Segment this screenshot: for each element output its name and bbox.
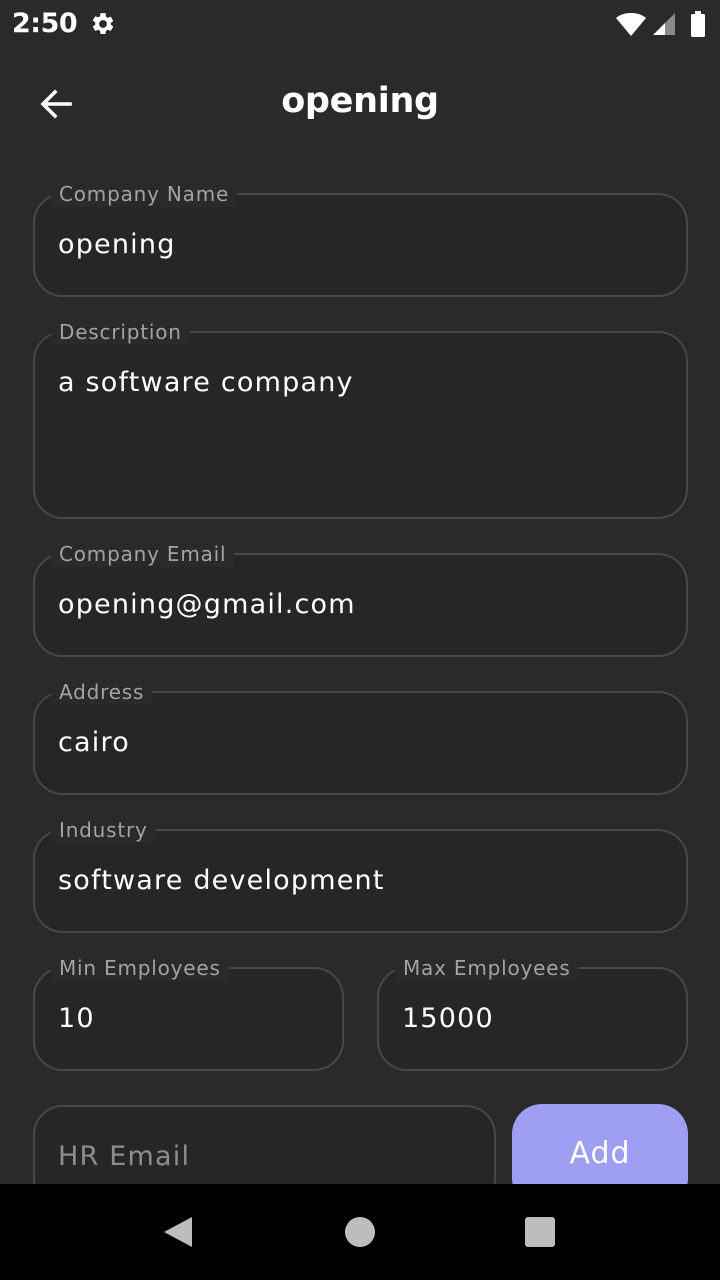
address-field[interactable]: Address cairo [33,679,688,795]
company-name-field[interactable]: Company Name opening [33,181,688,297]
description-field[interactable]: Description a software company [33,319,688,519]
gear-icon [92,13,114,34]
status-bar: 2:50 [0,0,720,48]
min-employees-value: 10 [58,1003,95,1034]
max-employees-label: Max Employees [395,955,579,981]
company-email-label: Company Email [51,541,235,567]
wifi-icon [616,13,646,36]
max-employees-value: 15000 [402,1003,494,1034]
page-title: opening [281,81,439,121]
nav-home-icon[interactable] [345,1217,375,1247]
nav-back-icon[interactable] [163,1216,193,1248]
navigation-bar [0,1184,720,1280]
industry-label: Industry [51,817,156,843]
status-time: 2:50 [12,8,78,39]
industry-field[interactable]: Industry software development [33,817,688,933]
company-email-value: opening@gmail.com [58,589,356,620]
industry-value: software development [58,865,385,896]
min-employees-label: Min Employees [51,955,229,981]
hr-email-placeholder: HR Email [58,1141,191,1172]
min-employees-field[interactable]: Min Employees 10 [33,955,344,1071]
nav-recents-icon[interactable] [525,1217,555,1247]
company-name-value: opening [58,229,176,260]
description-label: Description [51,319,190,345]
battery-icon [691,11,705,37]
signal-icon [653,13,675,35]
company-email-field[interactable]: Company Email opening@gmail.com [33,541,688,657]
screen: 2:50 opening Company Name opening Descri… [0,0,720,1280]
address-value: cairo [58,727,130,758]
address-label: Address [51,679,153,705]
description-value: a software company [58,367,354,398]
company-name-label: Company Name [51,181,238,207]
max-employees-field[interactable]: Max Employees 15000 [377,955,688,1071]
